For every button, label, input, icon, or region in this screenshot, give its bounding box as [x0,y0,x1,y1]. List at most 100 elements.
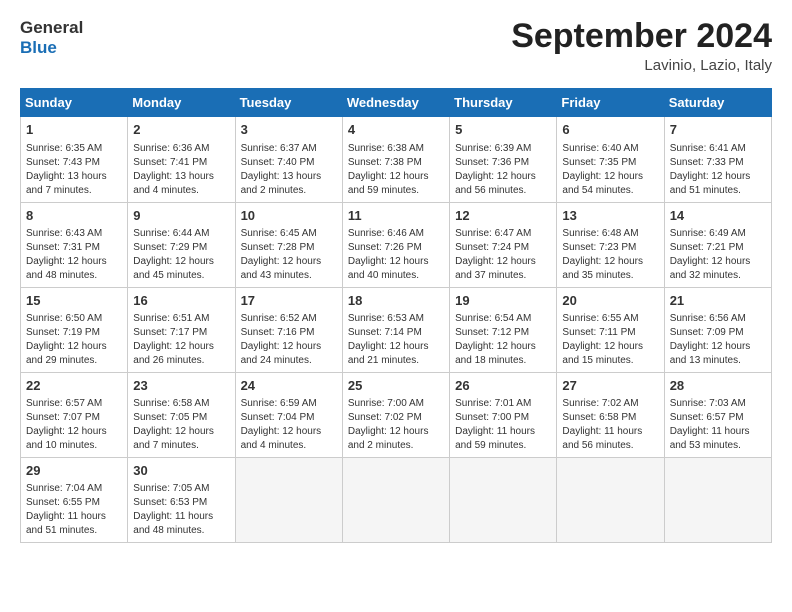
day-info: Sunrise: 6:41 AM Sunset: 7:33 PM Dayligh… [670,142,766,198]
calendar-day-cell: 29 Sunrise: 7:04 AM Sunset: 6:55 PM Dayli… [21,458,128,543]
calendar-day-cell: 9 Sunrise: 6:44 AM Sunset: 7:29 PM Daylig… [128,202,235,287]
day-info: Sunrise: 6:46 AM Sunset: 7:26 PM Dayligh… [348,227,444,283]
calendar-day-cell: 11 Sunrise: 6:46 AM Sunset: 7:26 PM Dayli… [342,202,449,287]
day-number: 7 [670,121,766,139]
logo-text: General Blue [20,18,83,57]
calendar-day-cell: 7 Sunrise: 6:41 AM Sunset: 7:33 PM Daylig… [664,117,771,202]
day-number: 24 [241,377,337,395]
calendar-header-row: SundayMondayTuesdayWednesdayThursdayFrid… [21,89,772,117]
day-info: Sunrise: 6:51 AM Sunset: 7:17 PM Dayligh… [133,312,229,368]
day-info: Sunrise: 6:39 AM Sunset: 7:36 PM Dayligh… [455,142,551,198]
day-number: 29 [26,462,122,480]
calendar-week-row: 1Sunrise: 6:35 AM Sunset: 7:43 PM Daylig… [21,117,772,202]
calendar-day-cell: 18 Sunrise: 6:53 AM Sunset: 7:14 PM Dayli… [342,287,449,372]
day-info: Sunrise: 7:05 AM Sunset: 6:53 PM Dayligh… [133,482,229,538]
day-number: 6 [562,121,658,139]
calendar-day-cell: 8 Sunrise: 6:43 AM Sunset: 7:31 PM Daylig… [21,202,128,287]
calendar-day-cell: 4Sunrise: 6:38 AM Sunset: 7:38 PM Daylig… [342,117,449,202]
calendar-day-cell: 22 Sunrise: 6:57 AM Sunset: 7:07 PM Dayli… [21,372,128,457]
day-info: Sunrise: 7:03 AM Sunset: 6:57 PM Dayligh… [670,397,766,453]
calendar-day-cell: 23Sunrise: 6:58 AM Sunset: 7:05 PM Dayli… [128,372,235,457]
calendar-week-row: 29 Sunrise: 7:04 AM Sunset: 6:55 PM Dayli… [21,458,772,543]
day-number: 13 [562,207,658,225]
day-number: 19 [455,292,551,310]
day-number: 16 [133,292,229,310]
day-info: Sunrise: 6:56 AM Sunset: 7:09 PM Dayligh… [670,312,766,368]
day-info: Sunrise: 6:45 AM Sunset: 7:28 PM Dayligh… [241,227,337,283]
day-number: 25 [348,377,444,395]
day-info: Sunrise: 6:48 AM Sunset: 7:23 PM Dayligh… [562,227,658,283]
day-number: 2 [133,121,229,139]
day-info: Sunrise: 6:44 AM Sunset: 7:29 PM Dayligh… [133,227,229,283]
weekday-header: Friday [557,89,664,117]
calendar-table: SundayMondayTuesdayWednesdayThursdayFrid… [20,88,772,543]
calendar-day-cell: 10 Sunrise: 6:45 AM Sunset: 7:28 PM Dayli… [235,202,342,287]
day-number: 28 [670,377,766,395]
day-info: Sunrise: 6:47 AM Sunset: 7:24 PM Dayligh… [455,227,551,283]
calendar-day-cell: 12Sunrise: 6:47 AM Sunset: 7:24 PM Dayli… [450,202,557,287]
day-number: 18 [348,292,444,310]
location-title: Lavinio, Lazio, Italy [511,57,772,74]
calendar-day-cell: 15Sunrise: 6:50 AM Sunset: 7:19 PM Dayli… [21,287,128,372]
calendar-day-cell: 1Sunrise: 6:35 AM Sunset: 7:43 PM Daylig… [21,117,128,202]
day-info: Sunrise: 6:37 AM Sunset: 7:40 PM Dayligh… [241,142,337,198]
day-number: 26 [455,377,551,395]
calendar-day-cell [557,458,664,543]
calendar-day-cell [664,458,771,543]
calendar-week-row: 22 Sunrise: 6:57 AM Sunset: 7:07 PM Dayli… [21,372,772,457]
day-number: 14 [670,207,766,225]
day-info: Sunrise: 7:02 AM Sunset: 6:58 PM Dayligh… [562,397,658,453]
day-info: Sunrise: 7:00 AM Sunset: 7:02 PM Dayligh… [348,397,444,453]
day-number: 23 [133,377,229,395]
day-number: 8 [26,207,122,225]
calendar-day-cell [342,458,449,543]
logo-area: General Blue [20,18,83,57]
day-number: 11 [348,207,444,225]
day-info: Sunrise: 6:53 AM Sunset: 7:14 PM Dayligh… [348,312,444,368]
day-number: 22 [26,377,122,395]
calendar-day-cell: 13 Sunrise: 6:48 AM Sunset: 7:23 PM Dayli… [557,202,664,287]
day-info: Sunrise: 6:38 AM Sunset: 7:38 PM Dayligh… [348,142,444,198]
calendar-day-cell: 26 Sunrise: 7:01 AM Sunset: 7:00 PM Dayli… [450,372,557,457]
calendar-day-cell: 21 Sunrise: 6:56 AM Sunset: 7:09 PM Dayli… [664,287,771,372]
weekday-header: Tuesday [235,89,342,117]
calendar-day-cell: 27Sunrise: 7:02 AM Sunset: 6:58 PM Dayli… [557,372,664,457]
calendar-day-cell: 16 Sunrise: 6:51 AM Sunset: 7:17 PM Dayli… [128,287,235,372]
title-block: September 2024 Lavinio, Lazio, Italy [511,18,772,74]
weekday-header: Sunday [21,89,128,117]
day-number: 20 [562,292,658,310]
calendar-week-row: 15Sunrise: 6:50 AM Sunset: 7:19 PM Dayli… [21,287,772,372]
main-container: General Blue September 2024 Lavinio, Laz… [0,0,792,553]
month-title: September 2024 [511,18,772,55]
day-number: 17 [241,292,337,310]
calendar-day-cell: 28 Sunrise: 7:03 AM Sunset: 6:57 PM Dayli… [664,372,771,457]
day-info: Sunrise: 6:50 AM Sunset: 7:19 PM Dayligh… [26,312,122,368]
day-info: Sunrise: 6:59 AM Sunset: 7:04 PM Dayligh… [241,397,337,453]
day-number: 30 [133,462,229,480]
day-info: Sunrise: 6:49 AM Sunset: 7:21 PM Dayligh… [670,227,766,283]
logo: General Blue [20,18,83,57]
calendar-day-cell: 3 Sunrise: 6:37 AM Sunset: 7:40 PM Daylig… [235,117,342,202]
day-number: 10 [241,207,337,225]
logo-blue: Blue [20,38,83,58]
weekday-header: Thursday [450,89,557,117]
weekday-header: Saturday [664,89,771,117]
day-info: Sunrise: 7:04 AM Sunset: 6:55 PM Dayligh… [26,482,122,538]
calendar-day-cell: 14 Sunrise: 6:49 AM Sunset: 7:21 PM Dayli… [664,202,771,287]
calendar-day-cell: 19 Sunrise: 6:54 AM Sunset: 7:12 PM Dayli… [450,287,557,372]
day-number: 3 [241,121,337,139]
day-number: 1 [26,121,122,139]
logo-general: General [20,18,83,38]
day-info: Sunrise: 6:57 AM Sunset: 7:07 PM Dayligh… [26,397,122,453]
day-info: Sunrise: 7:01 AM Sunset: 7:00 PM Dayligh… [455,397,551,453]
day-info: Sunrise: 6:43 AM Sunset: 7:31 PM Dayligh… [26,227,122,283]
day-info: Sunrise: 6:55 AM Sunset: 7:11 PM Dayligh… [562,312,658,368]
day-number: 9 [133,207,229,225]
calendar-day-cell: 17Sunrise: 6:52 AM Sunset: 7:16 PM Dayli… [235,287,342,372]
calendar-day-cell: 25 Sunrise: 7:00 AM Sunset: 7:02 PM Dayli… [342,372,449,457]
day-info: Sunrise: 6:54 AM Sunset: 7:12 PM Dayligh… [455,312,551,368]
calendar-day-cell: 6Sunrise: 6:40 AM Sunset: 7:35 PM Daylig… [557,117,664,202]
calendar-day-cell: 2Sunrise: 6:36 AM Sunset: 7:41 PM Daylig… [128,117,235,202]
day-number: 21 [670,292,766,310]
weekday-header: Monday [128,89,235,117]
